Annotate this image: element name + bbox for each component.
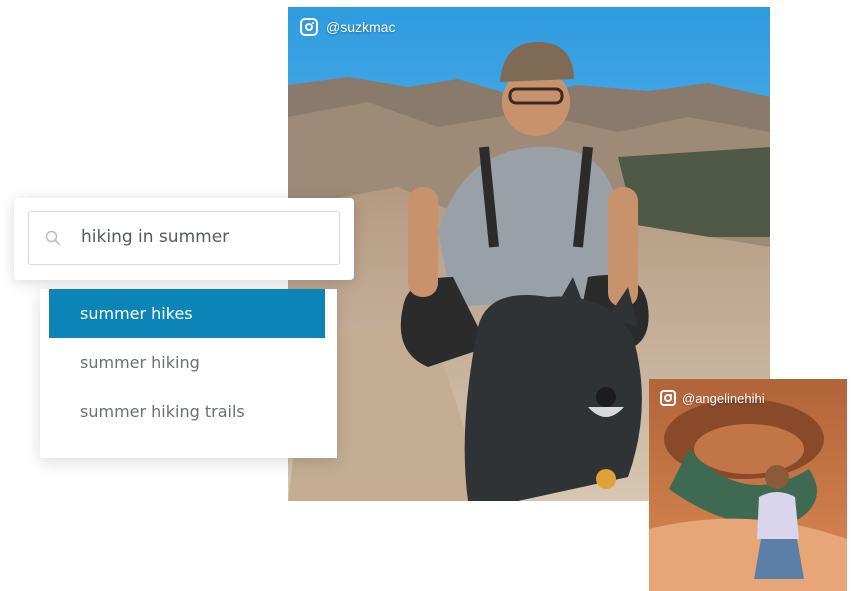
suggestion-item[interactable]: summer hikes — [49, 289, 325, 338]
search-icon — [45, 230, 61, 246]
photo-angelinehihi[interactable]: @angelinehihi — [649, 379, 847, 591]
search-card: hiking in summer — [14, 198, 354, 280]
photo-handle[interactable]: @suzkmac — [300, 18, 395, 36]
suggestion-item[interactable]: summer hiking trails — [40, 387, 337, 436]
handle-text: @angelinehihi — [682, 390, 765, 406]
search-query: hiking in summer — [81, 227, 230, 247]
instagram-icon — [300, 18, 318, 36]
instagram-icon — [660, 390, 676, 406]
search-input[interactable]: hiking in summer — [28, 211, 340, 265]
canyon-hiker-image — [649, 379, 847, 591]
handle-text: @suzkmac — [326, 19, 396, 35]
photo-handle[interactable]: @angelinehihi — [660, 390, 765, 406]
suggestions-dropdown: summer hikes summer hiking summer hiking… — [40, 289, 337, 458]
suggestion-item[interactable]: summer hiking — [40, 338, 337, 387]
